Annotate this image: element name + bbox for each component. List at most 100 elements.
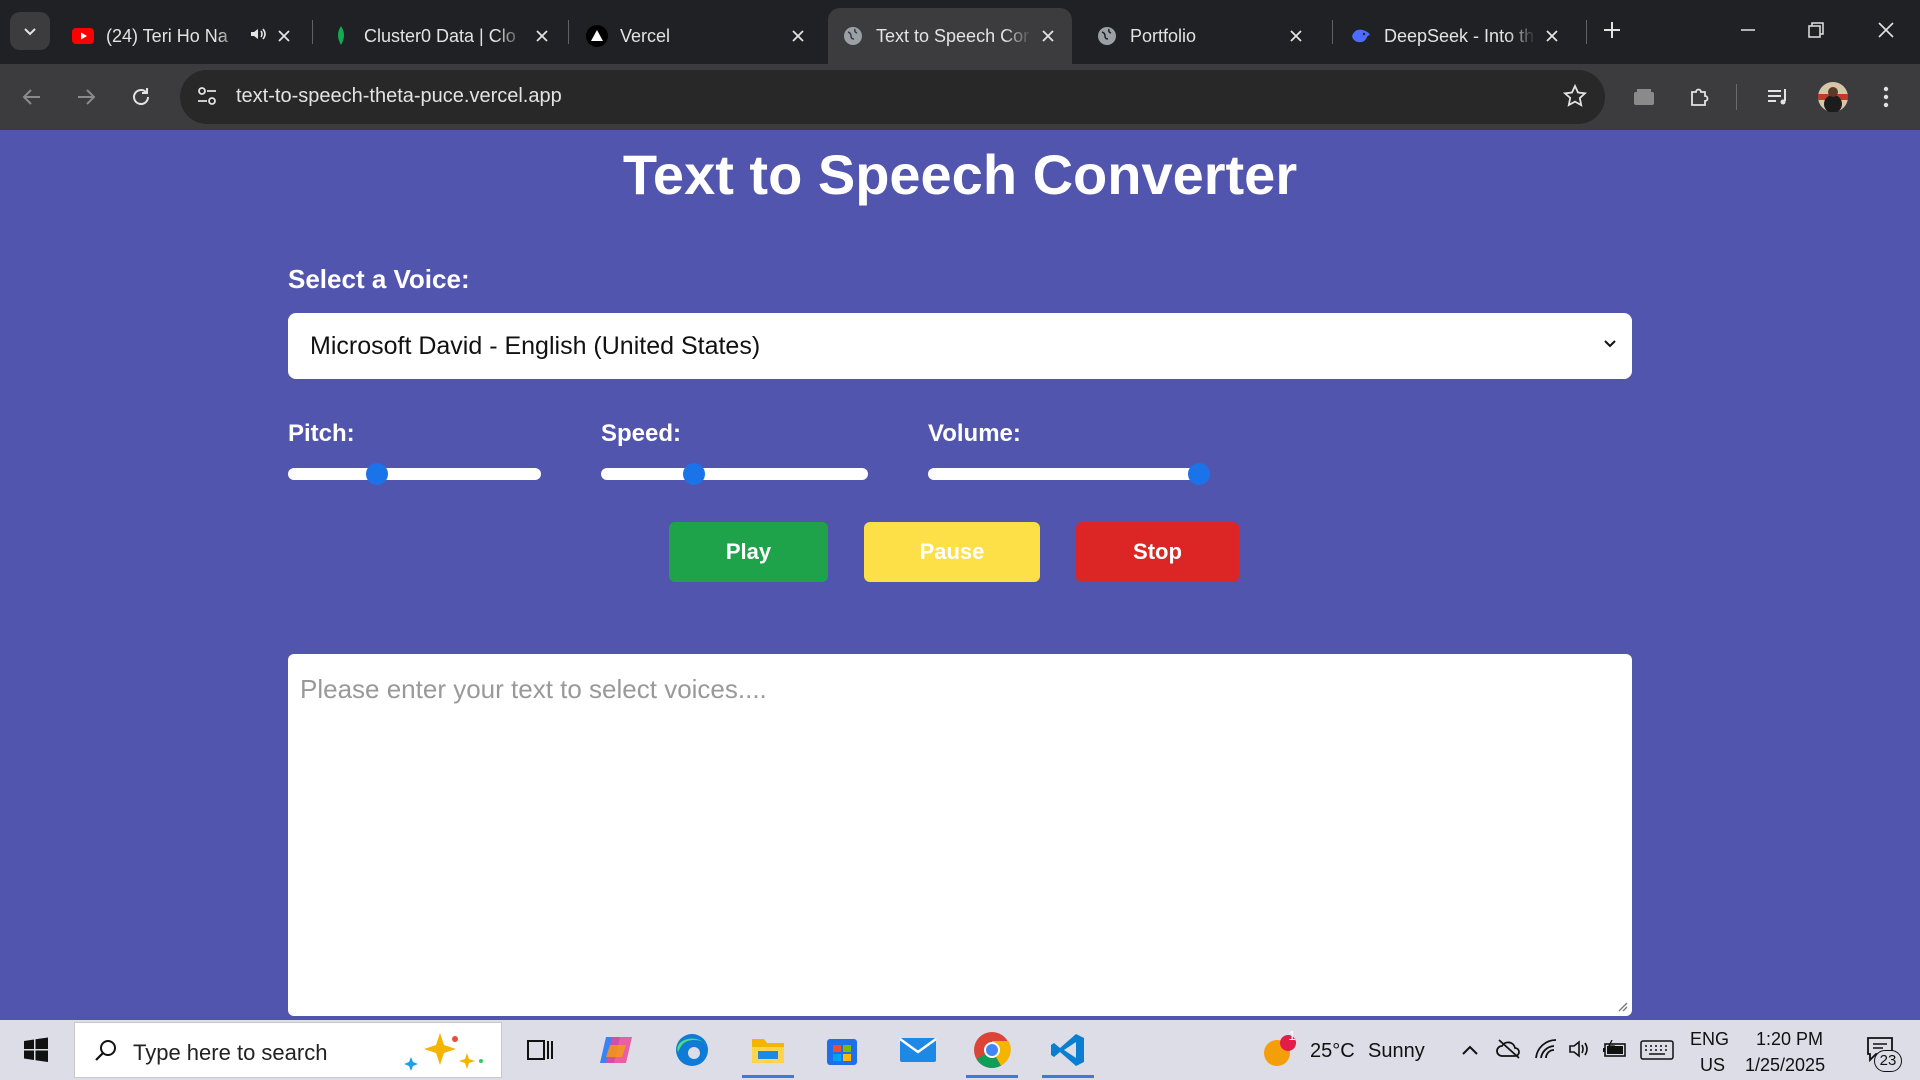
tab-title: (24) Teri Ho Na bbox=[106, 25, 228, 46]
chrome-icon bbox=[974, 1032, 1011, 1069]
chevron-up-icon[interactable] bbox=[1460, 1042, 1480, 1058]
extensions-button[interactable] bbox=[1680, 77, 1720, 117]
active-indicator bbox=[742, 1075, 794, 1078]
wifi-icon[interactable] bbox=[1534, 1038, 1558, 1060]
battery-icon[interactable] bbox=[1602, 1040, 1628, 1058]
edge-icon bbox=[676, 1034, 708, 1066]
browser-toolbar: text-to-speech-theta-puce.vercel.app bbox=[0, 64, 1920, 130]
forward-button[interactable] bbox=[66, 77, 106, 117]
tab-title: DeepSeek - Into th bbox=[1384, 25, 1535, 46]
media-controls-button[interactable] bbox=[1758, 77, 1798, 117]
weather-desc: Sunny bbox=[1368, 1040, 1425, 1062]
tab-mongodb[interactable]: Cluster0 Data | Clo bbox=[316, 8, 566, 64]
voice-label: Select a Voice: bbox=[288, 264, 470, 294]
tab-separator bbox=[312, 20, 313, 44]
onedrive-offline-icon[interactable] bbox=[1496, 1038, 1522, 1060]
tab-text-to-speech[interactable]: Text to Speech Cor bbox=[828, 8, 1072, 64]
vscode-icon bbox=[1051, 1034, 1084, 1066]
textarea-placeholder: Please enter your text to select voices.… bbox=[300, 674, 767, 704]
minimize-icon bbox=[1741, 29, 1755, 31]
profile-avatar[interactable] bbox=[1813, 77, 1853, 117]
reload-button[interactable] bbox=[121, 77, 161, 117]
lang-top: ENG bbox=[1690, 1029, 1730, 1049]
speed-slider-thumb[interactable] bbox=[683, 463, 706, 485]
pitch-slider-thumb[interactable] bbox=[365, 463, 388, 485]
task-view-button[interactable] bbox=[508, 1022, 572, 1078]
microsoft-store-app[interactable] bbox=[810, 1022, 874, 1078]
copilot-app[interactable] bbox=[584, 1022, 648, 1078]
active-indicator bbox=[1042, 1075, 1094, 1078]
tab-title: Vercel bbox=[620, 25, 671, 46]
language-indicator[interactable]: ENG US bbox=[1686, 1024, 1734, 1076]
chrome-app[interactable] bbox=[960, 1022, 1024, 1078]
tab-title: Text to Speech Cor bbox=[876, 25, 1030, 46]
edge-app[interactable] bbox=[660, 1022, 724, 1078]
globe-icon bbox=[842, 25, 864, 47]
file-explorer-app[interactable] bbox=[736, 1022, 800, 1078]
arrow-right-icon bbox=[78, 89, 96, 105]
minimize-button[interactable] bbox=[1714, 0, 1782, 60]
tab-portfolio[interactable]: Portfolio bbox=[1082, 8, 1320, 64]
browser-menu-button[interactable] bbox=[1866, 77, 1906, 117]
resize-grip-icon[interactable] bbox=[1616, 1000, 1628, 1012]
playlist-icon bbox=[1768, 89, 1786, 105]
weather-badge: 1 bbox=[1288, 1028, 1296, 1043]
taskbar-search-box[interactable]: Type here to search bbox=[74, 1022, 502, 1078]
weather-widget[interactable]: 1 25°C Sunny bbox=[1250, 1022, 1460, 1078]
pitch-label: Pitch: bbox=[288, 420, 355, 447]
volume-slider-thumb[interactable] bbox=[1188, 463, 1210, 485]
play-button[interactable]: Play bbox=[669, 522, 828, 582]
pitch-slider[interactable] bbox=[288, 463, 541, 485]
cast-button[interactable] bbox=[1624, 77, 1664, 117]
page-title: Text to Speech Converter bbox=[622, 143, 1298, 206]
clock[interactable]: 1:20 PM 1/25/2025 bbox=[1740, 1024, 1854, 1076]
close-tab-icon[interactable] bbox=[1286, 26, 1306, 46]
text-input-area[interactable]: Please enter your text to select voices.… bbox=[288, 654, 1632, 1016]
address-bar[interactable]: text-to-speech-theta-puce.vercel.app bbox=[180, 70, 1605, 124]
notifications-button[interactable]: 23 bbox=[1856, 1024, 1912, 1076]
notification-count: 23 bbox=[1874, 1050, 1902, 1072]
vercel-triangle-icon bbox=[586, 25, 608, 47]
volume-icon[interactable] bbox=[1568, 1038, 1592, 1060]
restore-button[interactable] bbox=[1782, 0, 1850, 60]
folder-icon bbox=[752, 1039, 784, 1063]
voice-select-value: Microsoft David - English (United States… bbox=[310, 332, 761, 360]
bookmark-star-icon[interactable] bbox=[1562, 83, 1588, 113]
tab-youtube[interactable]: (24) Teri Ho Na bbox=[58, 8, 308, 64]
new-tab-button[interactable] bbox=[1592, 10, 1632, 50]
volume-slider[interactable] bbox=[928, 463, 1210, 485]
active-indicator bbox=[966, 1075, 1018, 1078]
tab-deepseek[interactable]: DeepSeek - Into th bbox=[1336, 8, 1576, 64]
close-tab-icon[interactable] bbox=[788, 26, 808, 46]
close-tab-icon[interactable] bbox=[274, 26, 294, 46]
vscode-app[interactable] bbox=[1036, 1022, 1100, 1078]
mail-app[interactable] bbox=[886, 1022, 950, 1078]
media-icon bbox=[1634, 89, 1654, 105]
keyboard-icon[interactable] bbox=[1640, 1040, 1674, 1060]
start-button[interactable] bbox=[4, 1022, 68, 1078]
clock-time: 1:20 PM bbox=[1756, 1029, 1824, 1049]
tab-search-button[interactable] bbox=[10, 12, 50, 50]
tab-separator bbox=[1332, 20, 1333, 44]
voice-select[interactable]: Microsoft David - English (United States… bbox=[288, 313, 1632, 379]
site-info-icon[interactable] bbox=[196, 85, 218, 112]
pause-button[interactable]: Pause bbox=[864, 522, 1040, 582]
tab-vercel[interactable]: Vercel bbox=[572, 8, 822, 64]
stop-button[interactable]: Stop bbox=[1076, 522, 1239, 582]
speed-label: Speed: bbox=[601, 420, 682, 447]
speed-slider[interactable] bbox=[601, 463, 868, 485]
close-tab-icon[interactable] bbox=[532, 26, 552, 46]
clock-date: 1/25/2025 bbox=[1745, 1055, 1826, 1075]
deepseek-whale-icon bbox=[1350, 25, 1372, 47]
back-button[interactable] bbox=[12, 77, 52, 117]
close-window-button[interactable] bbox=[1852, 0, 1920, 60]
weather-temp: 25°C bbox=[1310, 1040, 1355, 1062]
sparkle-icon bbox=[404, 1033, 483, 1071]
close-tab-icon[interactable] bbox=[1542, 26, 1562, 46]
url-text: text-to-speech-theta-puce.vercel.app bbox=[236, 85, 562, 107]
speaker-icon[interactable] bbox=[248, 24, 268, 49]
tab-separator bbox=[568, 20, 569, 44]
task-view-icon bbox=[527, 1040, 553, 1060]
close-tab-icon[interactable] bbox=[1038, 26, 1058, 46]
browser-tab-strip: (24) Teri Ho Na Cluster0 Data | Clo Verc… bbox=[0, 0, 1920, 64]
